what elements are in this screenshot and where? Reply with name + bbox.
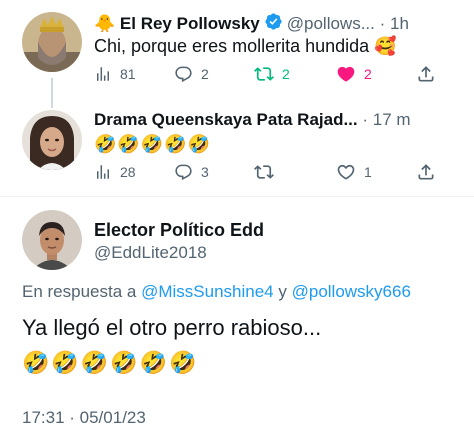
reply-context: En respuesta a @MissSunshine4 y @pollows… bbox=[22, 282, 411, 302]
reply-icon bbox=[175, 66, 192, 82]
avatar[interactable] bbox=[22, 110, 82, 170]
retweet-icon bbox=[254, 165, 274, 179]
views-icon bbox=[97, 165, 109, 179]
views-count: 28 bbox=[120, 164, 136, 180]
tweet-header: 🐥 El Rey Pollowsky @pollows... · 1h bbox=[94, 12, 462, 36]
retweet-button[interactable] bbox=[254, 160, 282, 184]
share-icon bbox=[418, 164, 434, 180]
tweet-text: Ya llegó el otro perro rabioso... bbox=[22, 315, 322, 340]
tweet-emoji: 🤣🤣🤣🤣🤣🤣 bbox=[22, 350, 199, 375]
reply-count: 3 bbox=[201, 164, 209, 180]
views-icon bbox=[97, 67, 109, 81]
tweet-timestamp[interactable]: 17:31 · 05/01/23 bbox=[22, 408, 146, 428]
handle[interactable]: @EddLite2018 bbox=[94, 243, 207, 263]
views-button[interactable]: 81 bbox=[94, 62, 136, 86]
tweet-time[interactable]: 17 m bbox=[373, 110, 411, 129]
heart-icon bbox=[337, 66, 355, 82]
tweet-time[interactable]: 1h bbox=[390, 14, 409, 33]
handle[interactable]: @pollows... bbox=[287, 14, 375, 33]
reply-icon bbox=[175, 164, 192, 180]
display-name[interactable]: El Rey Pollowsky bbox=[120, 14, 260, 33]
reply-button[interactable]: 2 bbox=[174, 62, 209, 86]
retweet-icon bbox=[254, 67, 274, 81]
reply-join: y bbox=[278, 282, 287, 301]
tweet-text: Chi, porque eres mollerita hundida 🥰 bbox=[94, 36, 397, 56]
display-name[interactable]: Elector Político Edd bbox=[94, 220, 264, 241]
dot-separator: · bbox=[362, 110, 369, 129]
retweet-button[interactable]: 2 bbox=[254, 62, 290, 86]
like-button[interactable]: 1 bbox=[336, 160, 372, 184]
reply-count: 2 bbox=[201, 66, 209, 82]
chick-emoji: 🐥 bbox=[94, 14, 116, 33]
reply-prefix: En respuesta a bbox=[22, 282, 137, 301]
tweet-text: 🤣🤣🤣🤣🤣 bbox=[94, 134, 212, 154]
mention-link[interactable]: @pollowsky666 bbox=[292, 282, 411, 301]
divider bbox=[0, 196, 474, 197]
mention-link[interactable]: @MissSunshine4 bbox=[141, 282, 274, 301]
heart-icon bbox=[337, 164, 355, 180]
share-button[interactable] bbox=[416, 62, 444, 86]
views-count: 81 bbox=[120, 66, 136, 82]
share-button[interactable] bbox=[416, 160, 444, 184]
tweet-actions: 81 2 2 2 bbox=[94, 62, 439, 86]
avatar[interactable] bbox=[22, 210, 82, 270]
like-count: 1 bbox=[364, 164, 372, 180]
display-name[interactable]: Drama Queenskaya Pata Rajad... bbox=[94, 110, 358, 129]
like-count: 2 bbox=[364, 66, 372, 82]
tweet-actions: 28 3 1 bbox=[94, 160, 439, 184]
reply-button[interactable]: 3 bbox=[174, 160, 209, 184]
tweet-header: Drama Queenskaya Pata Rajad... · 17 m bbox=[94, 110, 462, 130]
like-button[interactable]: 2 bbox=[336, 62, 372, 86]
retweet-count: 2 bbox=[282, 66, 290, 82]
verified-icon bbox=[264, 12, 283, 36]
share-icon bbox=[418, 66, 434, 82]
views-button[interactable]: 28 bbox=[94, 160, 136, 184]
thread-line bbox=[51, 78, 53, 108]
avatar[interactable] bbox=[22, 12, 82, 72]
dot-separator: · bbox=[379, 14, 386, 33]
